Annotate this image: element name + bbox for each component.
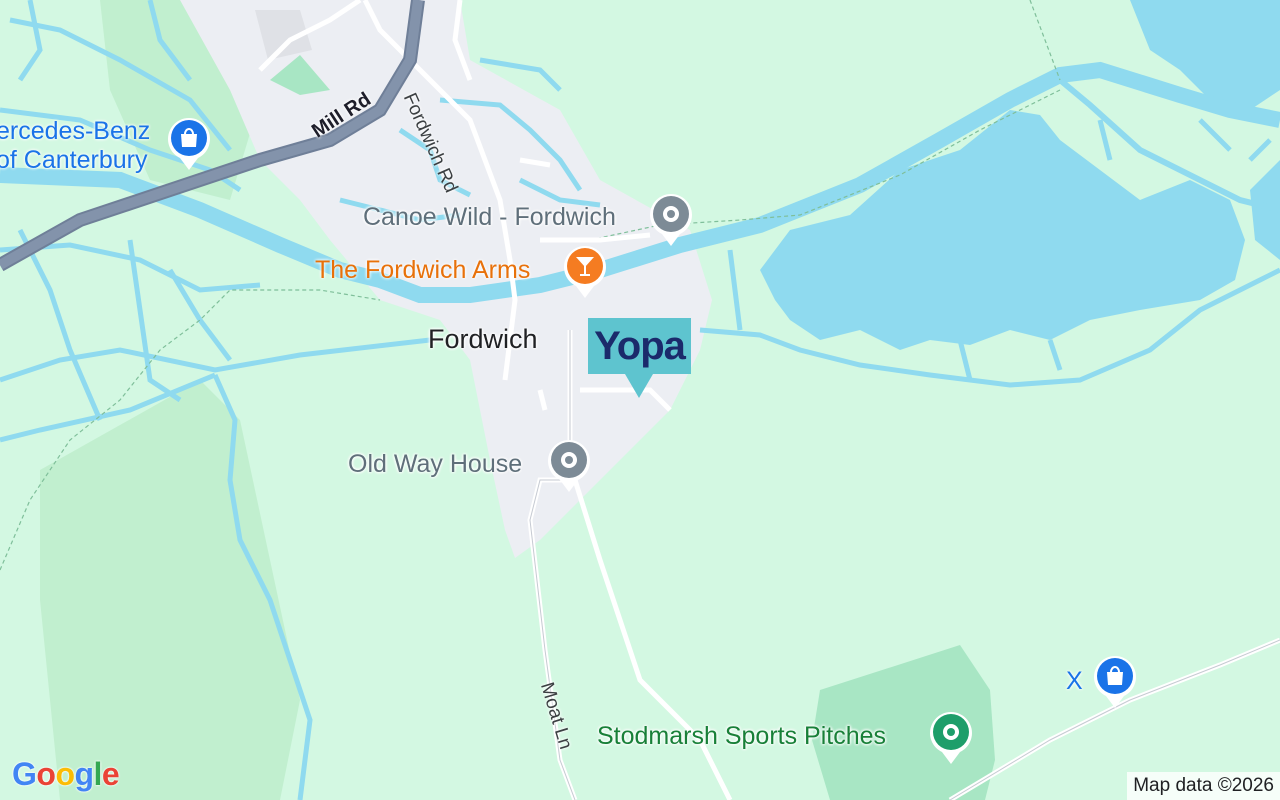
google-logo-letter: e <box>101 756 120 792</box>
google-logo-letter: o <box>55 756 75 792</box>
google-logo-letter: o <box>36 756 56 792</box>
google-logo-letter: G <box>12 756 37 792</box>
mercedes-label[interactable]: ercedes-Benz of Canterbury <box>0 117 150 175</box>
town-label-fordwich[interactable]: Fordwich <box>428 324 538 355</box>
shopping-bag-icon[interactable] <box>1092 654 1138 710</box>
canoe-wild-label[interactable]: Canoe Wild - Fordwich <box>363 203 616 232</box>
place-icon[interactable] <box>928 710 974 766</box>
place-icon[interactable] <box>546 438 592 494</box>
google-logo[interactable]: Google <box>12 756 120 793</box>
map-attribution[interactable]: Map data ©2026 <box>1127 772 1280 800</box>
shopping-bag-icon[interactable] <box>166 116 212 172</box>
cocktail-icon[interactable] <box>562 244 608 300</box>
old-way-house-label[interactable]: Old Way House <box>348 450 522 479</box>
brand-location-marker[interactable]: Yopa <box>588 318 691 398</box>
fordwich-arms-label[interactable]: The Fordwich Arms <box>315 256 530 285</box>
mercedes-label-line1: ercedes-Benz <box>0 117 151 145</box>
place-icon[interactable] <box>648 192 694 248</box>
google-logo-letter: l <box>93 756 103 792</box>
x-shop-label[interactable]: X <box>1066 667 1083 696</box>
google-logo-letter: g <box>74 756 94 792</box>
mercedes-label-line2: of Canterbury <box>0 146 148 174</box>
brand-logo-text: Yopa <box>594 323 686 368</box>
sports-pitches-label[interactable]: Stodmarsh Sports Pitches <box>597 722 886 751</box>
